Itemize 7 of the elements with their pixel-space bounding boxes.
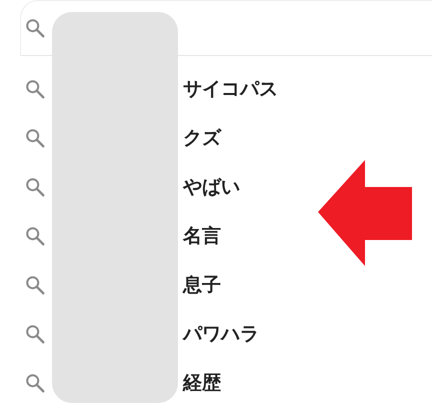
- suggestion-item[interactable]: クズ: [183, 124, 221, 150]
- suggestion-item[interactable]: パワハラ: [183, 320, 259, 346]
- suggestion-item[interactable]: 経歴: [183, 370, 221, 396]
- suggestion-item[interactable]: サイコパス: [183, 76, 278, 102]
- suggestion-item[interactable]: 息子: [183, 272, 221, 298]
- suggestion-item[interactable]: やばい: [183, 174, 240, 200]
- suggestion-item[interactable]: 名言: [183, 222, 221, 248]
